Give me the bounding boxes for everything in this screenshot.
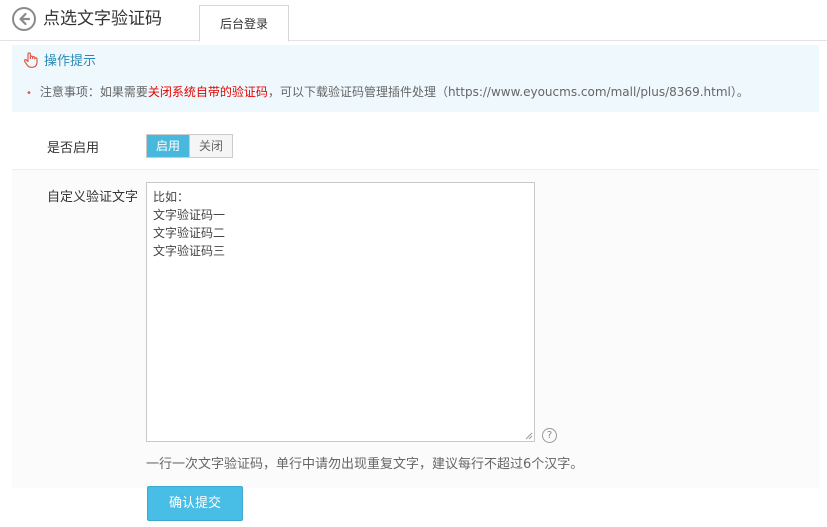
tips-title: 操作提示 (44, 54, 97, 69)
tips-note-highlight: 关闭系统自带的验证码 (147, 85, 268, 99)
tips-note-suffix: ，可以下载验证码管理插件处理（https://www.eyoucms.com/m… (267, 85, 749, 99)
enable-label: 是否启用 (47, 141, 100, 156)
tips-note: • 注意事项：如果需要关闭系统自带的验证码，可以下载验证码管理插件处理（https… (26, 83, 749, 103)
back-arrow-icon (14, 9, 34, 29)
back-button[interactable] (12, 7, 36, 31)
hand-pointer-icon (23, 52, 38, 68)
tab-admin-login[interactable]: 后台登录 (199, 5, 289, 42)
enable-toggle[interactable]: 启用 关闭 (146, 134, 234, 158)
textarea-line: 文字验证码三 (153, 244, 226, 258)
hint-text: 一行一次文字验证码，单行中请勿出现重复文字，建议每行不超过6个汉字。 (146, 457, 584, 472)
toggle-off-button[interactable]: 关闭 (189, 135, 233, 157)
page-title: 点选文字验证码 (43, 9, 162, 29)
custom-text-textarea[interactable]: 比如： 文字验证码一 文字验证码二 文字验证码三 (146, 182, 535, 442)
tips-note-prefix: 注意事项：如果需要 (39, 85, 148, 99)
resize-handle-icon[interactable] (525, 432, 533, 440)
submit-button[interactable]: 确认提交 (147, 486, 243, 521)
textarea-line: 文字验证码一 (153, 208, 226, 222)
textarea-line: 比如： (153, 190, 190, 204)
textarea-line: 文字验证码二 (153, 226, 226, 240)
tips-panel: 操作提示 • 注意事项：如果需要关闭系统自带的验证码，可以下载验证码管理插件处理（… (12, 45, 819, 112)
tips-toggle[interactable]: 操作提示 (22, 51, 96, 71)
toggle-on-button[interactable]: 启用 (147, 135, 190, 157)
bullet-dot: • (26, 88, 32, 99)
page-header: 点选文字验证码 后台登录 (0, 0, 827, 42)
custom-text-label: 自定义验证文字 (47, 190, 139, 205)
question-circle-icon[interactable]: ? (542, 428, 557, 443)
